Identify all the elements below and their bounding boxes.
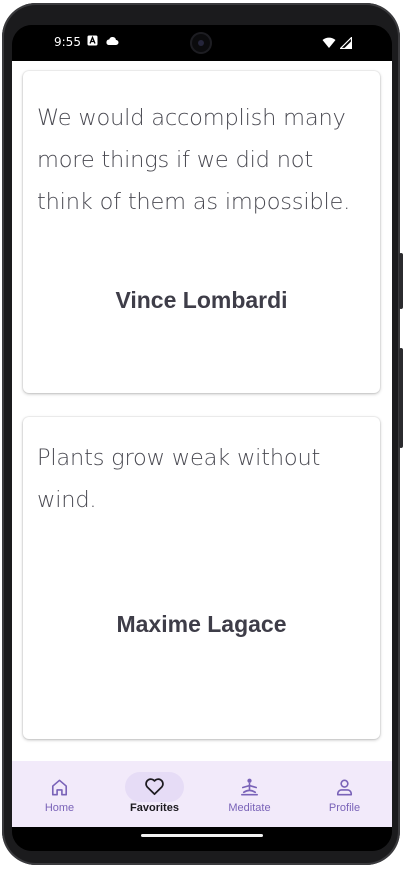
nav-label-home: Home	[44, 802, 75, 814]
signal-icon	[339, 34, 353, 53]
nav-item-meditate[interactable]: Meditate	[202, 761, 297, 827]
home-icon	[48, 776, 71, 799]
front-camera	[190, 32, 212, 54]
wifi-icon	[322, 34, 336, 53]
nav-label-favorites: Favorites	[130, 802, 179, 814]
nav-item-home[interactable]: Home	[12, 761, 107, 827]
status-bar: 9:55	[12, 25, 392, 61]
nav-label-profile: Profile	[328, 802, 361, 814]
quote-author: Maxime Lagace	[116, 611, 287, 637]
screen: 9:55 We would accomplish many more thing…	[12, 25, 392, 851]
home-gesture-handle[interactable]	[141, 834, 263, 837]
cloud-icon	[105, 36, 119, 49]
person-icon	[333, 776, 356, 799]
bottom-navigation: Home Favorites Meditate Profile	[12, 761, 392, 827]
nav-label-meditate: Meditate	[228, 802, 271, 814]
nav-item-favorites[interactable]: Favorites	[107, 761, 202, 827]
status-icons	[322, 34, 353, 53]
meditate-icon	[238, 776, 261, 799]
nav-item-profile[interactable]: Profile	[297, 761, 392, 827]
quote-author: Vince Lombardi	[115, 287, 288, 313]
status-time: 9:55	[54, 35, 81, 49]
heart-icon	[143, 775, 166, 798]
quotes-list[interactable]: We would accomplish many more things if …	[12, 61, 392, 761]
phone-frame: 9:55 We would accomplish many more thing…	[2, 3, 403, 865]
quote-text: We would accomplish many more things if …	[37, 105, 351, 215]
quote-text: Plants grow weak without wind.	[37, 445, 321, 513]
quote-card[interactable]: Plants grow weak without wind. Maxime La…	[23, 417, 380, 739]
notification-a-icon	[87, 35, 98, 49]
volume-button	[399, 253, 403, 309]
gesture-area	[12, 827, 392, 851]
power-button	[399, 348, 403, 448]
quote-card[interactable]: We would accomplish many more things if …	[23, 71, 380, 393]
